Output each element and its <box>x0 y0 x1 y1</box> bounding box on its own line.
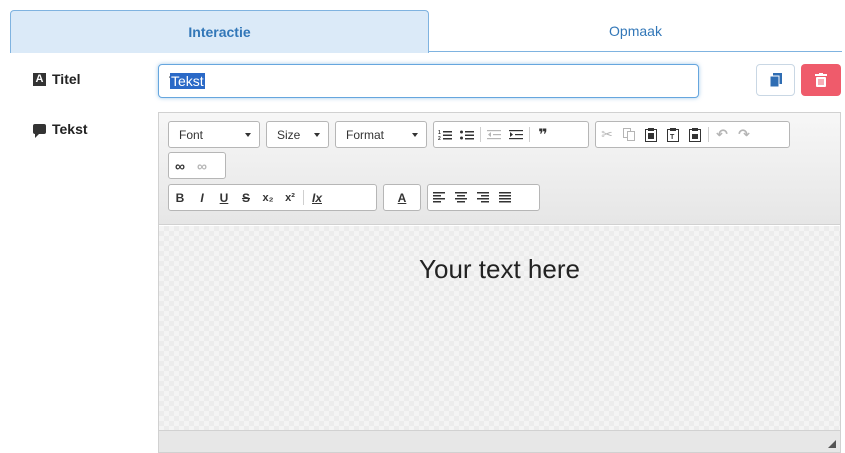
undo-icon[interactable]: ↶ <box>711 122 733 147</box>
font-combo-label: Font <box>179 127 204 142</box>
align-right-icon[interactable] <box>472 185 494 210</box>
increase-indent-icon[interactable] <box>505 122 527 147</box>
remove-format-icon[interactable]: Ix <box>306 185 328 210</box>
superscript-icon[interactable]: x² <box>279 185 301 210</box>
editor-content-area[interactable]: Your text here <box>159 226 840 430</box>
format-combo-label: Format <box>346 127 385 142</box>
font-combo[interactable]: Font <box>168 121 260 148</box>
format-combo[interactable]: Format <box>335 121 427 148</box>
strikethrough-icon[interactable]: S <box>235 185 257 210</box>
size-combo-label: Size <box>277 127 301 142</box>
title-input[interactable] <box>158 64 699 98</box>
title-field-label: A Titel <box>33 71 81 87</box>
trash-icon <box>815 73 827 87</box>
clipboard-group: ✂ T ↶ ↷ <box>595 121 790 148</box>
unlink-icon[interactable]: ∞ <box>191 153 213 178</box>
copy-icon <box>769 73 782 87</box>
numbered-list-icon[interactable]: 12 <box>434 122 456 147</box>
italic-icon[interactable]: I <box>191 185 213 210</box>
copy-icon[interactable] <box>618 122 640 147</box>
editor-statusbar <box>159 430 840 452</box>
tab-interactie[interactable]: Interactie <box>10 10 429 53</box>
paste-icon[interactable] <box>640 122 662 147</box>
text-color-group: A <box>383 184 421 211</box>
list-group: 12 ❞ <box>433 121 589 148</box>
title-label-text: Titel <box>52 71 81 87</box>
title-input-selected-text: Tekst <box>170 73 205 89</box>
redo-icon[interactable]: ↷ <box>733 122 755 147</box>
align-group <box>427 184 540 211</box>
text-label-text: Tekst <box>52 121 88 137</box>
svg-text:2: 2 <box>438 136 441 141</box>
svg-text:T: T <box>670 134 675 141</box>
tab-opmaak[interactable]: Opmaak <box>429 10 842 52</box>
duplicate-button[interactable] <box>756 64 795 96</box>
link-group: ∞ ∞ <box>168 152 226 179</box>
text-color-icon[interactable]: A <box>384 185 420 210</box>
comment-icon <box>33 124 46 138</box>
align-center-icon[interactable] <box>450 185 472 210</box>
link-icon[interactable]: ∞ <box>169 153 191 178</box>
paste-word-icon[interactable] <box>684 122 706 147</box>
subscript-icon[interactable]: x₂ <box>257 185 279 210</box>
font-icon: A <box>33 72 46 86</box>
align-left-icon[interactable] <box>428 185 450 210</box>
decrease-indent-icon[interactable] <box>483 122 505 147</box>
bold-icon[interactable]: B <box>169 185 191 210</box>
basic-styles-group: B I U S x₂ x² Ix <box>168 184 377 211</box>
text-field-label: Tekst <box>33 121 88 138</box>
bulleted-list-icon[interactable] <box>456 122 478 147</box>
delete-button[interactable] <box>801 64 841 96</box>
rich-text-editor: Font Size Format 12 ❞ ✂ T ↶ ↷ ∞ ∞ B I U … <box>158 112 841 453</box>
paste-text-icon[interactable]: T <box>662 122 684 147</box>
cut-icon[interactable]: ✂ <box>596 122 618 147</box>
blockquote-icon[interactable]: ❞ <box>532 122 554 147</box>
editor-content-text: Your text here <box>419 254 580 284</box>
size-combo[interactable]: Size <box>266 121 329 148</box>
resize-handle-icon[interactable] <box>828 440 836 448</box>
justify-icon[interactable] <box>494 185 516 210</box>
tab-bar: Interactie Opmaak <box>10 10 842 53</box>
underline-icon[interactable]: U <box>213 185 235 210</box>
editor-toolbar: Font Size Format 12 ❞ ✂ T ↶ ↷ ∞ ∞ B I U … <box>159 113 840 225</box>
